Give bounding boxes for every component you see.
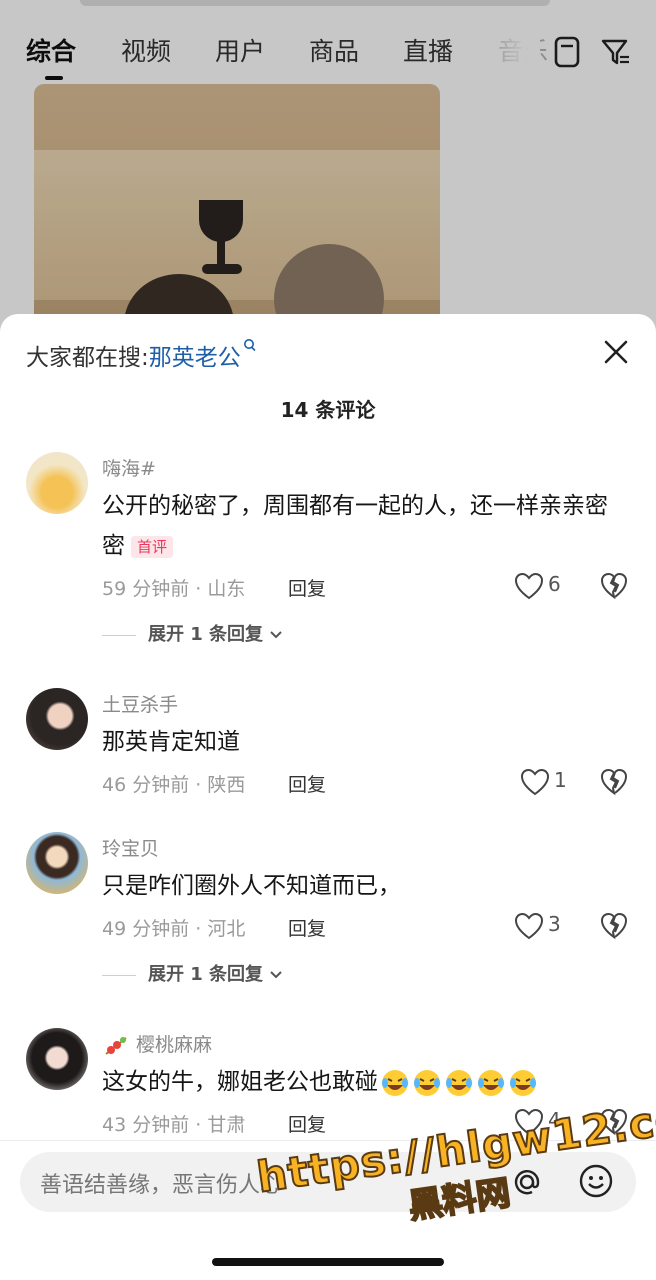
reply-button[interactable]: 回复: [288, 574, 326, 601]
expand-replies-button[interactable]: 展开 1 条回复: [102, 960, 283, 986]
like-button[interactable]: 1: [520, 768, 590, 798]
heart-icon: [520, 768, 550, 796]
hot-search-label: 大家都在搜:: [26, 345, 149, 371]
avatar[interactable]: [26, 832, 88, 894]
like-button[interactable]: 3: [514, 912, 584, 942]
expand-replies-label: 展开 1 条回复: [148, 964, 264, 985]
at-icon[interactable]: [510, 1165, 544, 1199]
reply-button[interactable]: 回复: [288, 914, 326, 941]
laugh-cry-emoji-icon: [478, 1069, 504, 1096]
comment-username[interactable]: 嗨海#: [102, 454, 156, 481]
comment-meta: 46 分钟前 · 陕西: [102, 774, 246, 796]
comment-count: 14 条评论: [280, 398, 376, 422]
comment-text: 只是咋们圈外人不知道而已，: [102, 873, 401, 899]
laugh-cry-emoji-icon: [382, 1069, 408, 1096]
like-count: 6: [548, 572, 561, 596]
avatar[interactable]: [26, 688, 88, 750]
reply-button[interactable]: 回复: [288, 1110, 326, 1137]
comment-meta: 59 分钟前 · 山东: [102, 578, 246, 600]
comment-text: 公开的秘密了，周围都有一起的人，还一样亲亲密密 首评: [102, 486, 622, 566]
home-indicator[interactable]: [212, 1258, 444, 1266]
like-button[interactable]: 6: [514, 572, 584, 602]
hot-search: 大家都在搜:那英老公: [26, 338, 257, 372]
expand-replies-label: 展开 1 条回复: [148, 624, 264, 645]
like-count: 1: [554, 768, 567, 792]
comment-meta: 43 分钟前 · 甘肃: [102, 1114, 246, 1136]
search-icon: [243, 339, 256, 352]
first-comment-badge: 首评: [131, 535, 174, 558]
heart-icon: [514, 572, 544, 600]
broken-heart-icon[interactable]: [600, 572, 628, 600]
hot-search-keyword[interactable]: 那英老公: [149, 345, 241, 371]
comment-username[interactable]: 樱桃麻麻: [102, 1030, 212, 1058]
comment-meta: 49 分钟前 · 河北: [102, 918, 246, 940]
avatar[interactable]: [26, 1028, 88, 1090]
broken-heart-icon[interactable]: [600, 768, 628, 796]
laugh-cry-emoji-icon: [510, 1069, 536, 1096]
reply-button[interactable]: 回复: [288, 770, 326, 797]
expand-replies-button[interactable]: 展开 1 条回复: [102, 620, 283, 646]
comment-username[interactable]: 土豆杀手: [102, 690, 178, 717]
candied-fruit-icon: [105, 1036, 127, 1055]
comment-text: 那英肯定知道: [102, 729, 240, 755]
laugh-cry-emoji-icon: [446, 1069, 472, 1096]
comment-username-text: 樱桃麻麻: [136, 1034, 213, 1056]
comment-text-content: 这女的牛，娜姐老公也敢碰: [102, 1069, 378, 1095]
chevron-down-icon: [270, 971, 283, 979]
comment-username[interactable]: 玲宝贝: [102, 834, 159, 861]
broken-heart-icon[interactable]: [600, 912, 628, 940]
close-icon[interactable]: [598, 334, 634, 370]
laugh-cry-emoji-icon: [414, 1069, 440, 1096]
avatar[interactable]: [26, 452, 88, 514]
comment-input-placeholder[interactable]: 善语结善缘，恶言伤人心: [40, 1167, 282, 1199]
chevron-down-icon: [270, 631, 283, 639]
comment-text: 这女的牛，娜姐老公也敢碰: [102, 1062, 622, 1102]
heart-icon: [514, 912, 544, 940]
emoji-icon[interactable]: [578, 1163, 614, 1199]
like-count: 3: [548, 912, 561, 936]
comment-text-content: 公开的秘密了，周围都有一起的人，还一样亲亲密密: [102, 493, 608, 559]
